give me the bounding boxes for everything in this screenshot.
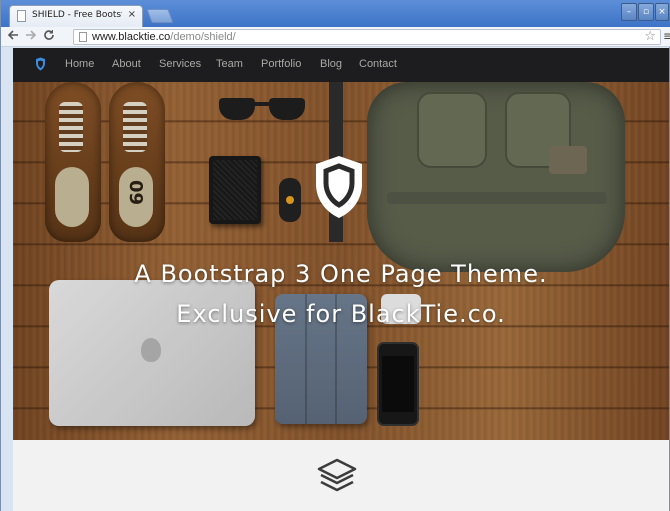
- shield-icon[interactable]: [35, 57, 46, 71]
- url-path: /demo/shield/: [170, 31, 236, 43]
- tab-strip: SHIELD - Free Bootstrap 3 × – ▫ ×: [1, 0, 670, 27]
- tab-title: SHIELD - Free Bootstrap 3: [32, 10, 122, 20]
- back-arrow-icon[interactable]: [5, 29, 21, 45]
- new-tab-button[interactable]: [146, 9, 174, 23]
- address-bar[interactable]: www.blacktie.co/demo/shield/ ☆: [73, 29, 661, 45]
- menu-icon[interactable]: ≡: [663, 29, 670, 43]
- url-text: www.blacktie.co/demo/shield/: [92, 31, 236, 43]
- star-icon[interactable]: ☆: [644, 29, 656, 44]
- nav-home[interactable]: Home: [65, 58, 94, 70]
- nav-contact[interactable]: Contact: [359, 58, 397, 70]
- close-window-button[interactable]: ×: [655, 3, 669, 21]
- services-section: [13, 440, 669, 511]
- forward-arrow-icon[interactable]: [23, 29, 39, 45]
- maximize-button[interactable]: ▫: [638, 3, 654, 21]
- nav-services[interactable]: Services: [159, 58, 201, 70]
- tab-close-button[interactable]: ×: [128, 9, 136, 21]
- browser-window: SHIELD - Free Bootstrap 3 × – ▫ × www.bl…: [0, 0, 670, 511]
- hero-title-line-1: A Bootstrap 3 One Page Theme.: [134, 260, 548, 288]
- nav-team[interactable]: Team: [216, 58, 243, 70]
- reload-icon[interactable]: [41, 29, 57, 45]
- shield-icon: [316, 156, 362, 218]
- url-host: www.blacktie.co: [92, 31, 171, 43]
- browser-toolbar: www.blacktie.co/demo/shield/ ☆ ≡: [1, 27, 670, 47]
- site-navbar: Home About Services Team Portfolio Blog …: [13, 48, 669, 82]
- nav-about[interactable]: About: [112, 58, 141, 70]
- page-icon: [17, 10, 26, 22]
- layers-icon: [317, 458, 357, 492]
- minimize-button[interactable]: –: [621, 3, 637, 21]
- page-viewport: Home About Services Team Portfolio Blog …: [13, 48, 669, 511]
- nav-blog[interactable]: Blog: [320, 58, 342, 70]
- hero-title-line-2: Exclusive for BlackTie.co.: [176, 300, 506, 328]
- nav-portfolio[interactable]: Portfolio: [261, 58, 301, 70]
- page-icon: [79, 32, 87, 42]
- browser-tab[interactable]: SHIELD - Free Bootstrap 3 ×: [9, 5, 143, 27]
- hero-section: 09 A Bootstrap 3 One Page Theme. Exclusi…: [13, 82, 669, 440]
